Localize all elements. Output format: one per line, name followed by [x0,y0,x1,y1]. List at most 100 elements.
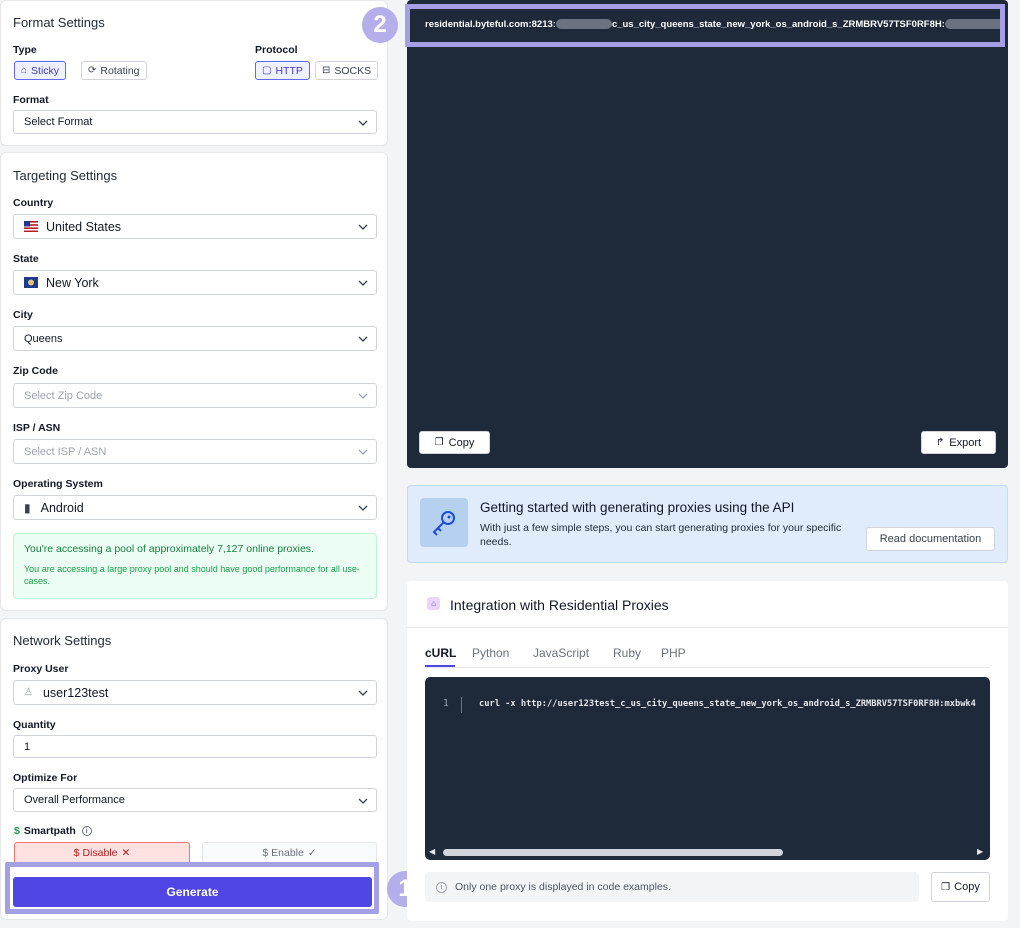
protocol-http-button[interactable]: ▢ HTTP [255,61,310,80]
tab-php[interactable]: PHP [661,646,686,660]
network-settings-title: Network Settings [13,633,112,648]
copy-icon: ❐ [941,881,951,893]
tab-javascript[interactable]: JavaScript [533,646,589,660]
scroll-right-arrow[interactable]: ▶ [977,847,983,856]
protocol-socks-button[interactable]: ⊟ SOCKS [315,61,379,80]
chevron-down-icon [358,280,368,286]
api-banner-title: Getting started with generating proxies … [480,500,795,515]
info-icon[interactable]: i [81,826,92,836]
annotation-badge-two-text: 2 [373,11,387,38]
country-select[interactable]: United States [13,214,377,239]
proxy-user-label: Proxy User [13,663,69,675]
output-export-button[interactable]: ↱ Export [921,431,996,454]
code-note-text: Only one proxy is displayed in code exam… [455,881,671,893]
country-label: Country [13,197,54,209]
horizontal-scrollbar-thumb[interactable] [443,849,783,856]
code-line-number: 1 [443,698,449,709]
chevron-down-icon [358,505,368,511]
tab-python[interactable]: Python [472,646,509,660]
tab-curl[interactable]: cURL [425,646,456,660]
zip-select-value: Select Zip Code [24,389,103,402]
key-icon [432,510,455,536]
android-icon: ▮ [24,500,31,515]
output-copy-label: Copy [448,436,475,449]
city-label: City [13,309,33,321]
isp-label: ISP / ASN [13,422,61,434]
pool-info-main: You're accessing a pool of approximately… [24,543,314,555]
proxy-user-select[interactable]: ♙ user123test [13,680,377,705]
info-icon: i [436,881,447,893]
city-select[interactable]: Queens [13,326,377,351]
check-icon: ✓ [307,847,317,859]
code-gutter-line [461,697,462,713]
zip-select[interactable]: Select Zip Code [13,383,377,408]
proxy-output-line[interactable]: residential.byteful.com:8213: c_us_city_q… [425,19,1000,33]
state-label: State [13,253,39,265]
generate-button-label: Generate [166,885,219,899]
smartpath-disable-label: Disable [82,847,118,859]
tabs-divider [425,667,990,668]
os-label: Operating System [13,478,103,490]
output-export-label: Export [949,436,982,449]
type-label: Type [13,44,37,56]
isp-select[interactable]: Select ISP / ASN [13,439,377,464]
type-sticky-label: Sticky [31,64,60,77]
output-copy-button[interactable]: ❐ Copy [419,431,490,454]
chevron-down-icon [358,449,368,455]
close-icon: ✕ [121,847,131,859]
os-select[interactable]: ▮ Android [13,495,377,520]
us-flag-icon [24,221,38,232]
chevron-down-icon [358,798,368,804]
pool-info-box: You're accessing a pool of approximately… [13,533,377,599]
code-line[interactable]: curl -x http://user123test_c_us_city_que… [479,699,976,709]
annotation-badge-two: 2 [362,7,398,43]
state-select-value: New York [46,275,99,290]
chevron-down-icon [358,690,368,696]
proxy-output-panel [407,0,1008,468]
code-copy-label: Copy [954,881,980,893]
user-icon: ♙ [24,687,33,698]
quantity-label: Quantity [13,719,56,731]
chevron-down-icon [358,336,368,342]
state-select[interactable]: New York [13,270,377,295]
read-documentation-button[interactable]: Read documentation [866,527,995,551]
pool-info-sub: You are accessing a large proxy pool and… [24,564,360,586]
code-copy-button[interactable]: ❐ Copy [931,872,990,902]
smartpath-icon: $ [73,847,80,859]
smartpath-enable-label: Enable [271,847,304,859]
optimize-label: Optimize For [13,772,78,784]
home-icon: ⌂ [21,65,28,76]
protocol-label: Protocol [255,44,298,56]
smartpath-disable-button[interactable]: $ Disable ✕ [14,842,190,864]
smartpath-enable-button[interactable]: $ Enable ✓ [202,842,377,864]
format-settings-card: Format Settings Type ⌂ Sticky ⟳ Rotating… [0,0,388,146]
generate-button[interactable]: Generate [13,877,372,907]
server-icon: ⊟ [322,65,331,76]
format-settings-title: Format Settings [13,15,105,30]
api-banner-icon-box [420,498,468,547]
lock-icon: ▢ [262,65,272,76]
format-select[interactable]: Select Format [13,110,377,134]
os-select-value: Android [40,500,84,515]
city-select-value: Queens [24,332,63,345]
proxy-output-prefix: residential.byteful.com:8213: [425,19,556,30]
scroll-left-arrow[interactable]: ◀ [429,847,435,856]
type-sticky-button[interactable]: ⌂ Sticky [14,61,67,80]
zip-label: Zip Code [13,365,58,377]
smartpath-row: $ Smartpath i [14,825,92,837]
country-select-value: United States [46,219,122,234]
format-select-value: Select Format [24,116,93,128]
targeting-settings-title: Targeting Settings [13,168,118,183]
quantity-input[interactable]: 1 [13,735,377,758]
chevron-down-icon [358,224,368,230]
new-york-flag-icon [24,277,38,288]
tab-ruby[interactable]: Ruby [613,646,641,660]
type-rotating-button[interactable]: ⟳ Rotating [81,61,147,80]
read-documentation-label: Read documentation [879,533,982,545]
optimize-select[interactable]: Overall Performance [13,788,377,812]
format-label: Format [13,94,49,106]
integration-icon: ⌂ [427,597,440,610]
chevron-down-icon [358,393,368,399]
smartpath-label: Smartpath [23,825,76,837]
code-note-bar: i Only one proxy is displayed in code ex… [425,872,919,902]
